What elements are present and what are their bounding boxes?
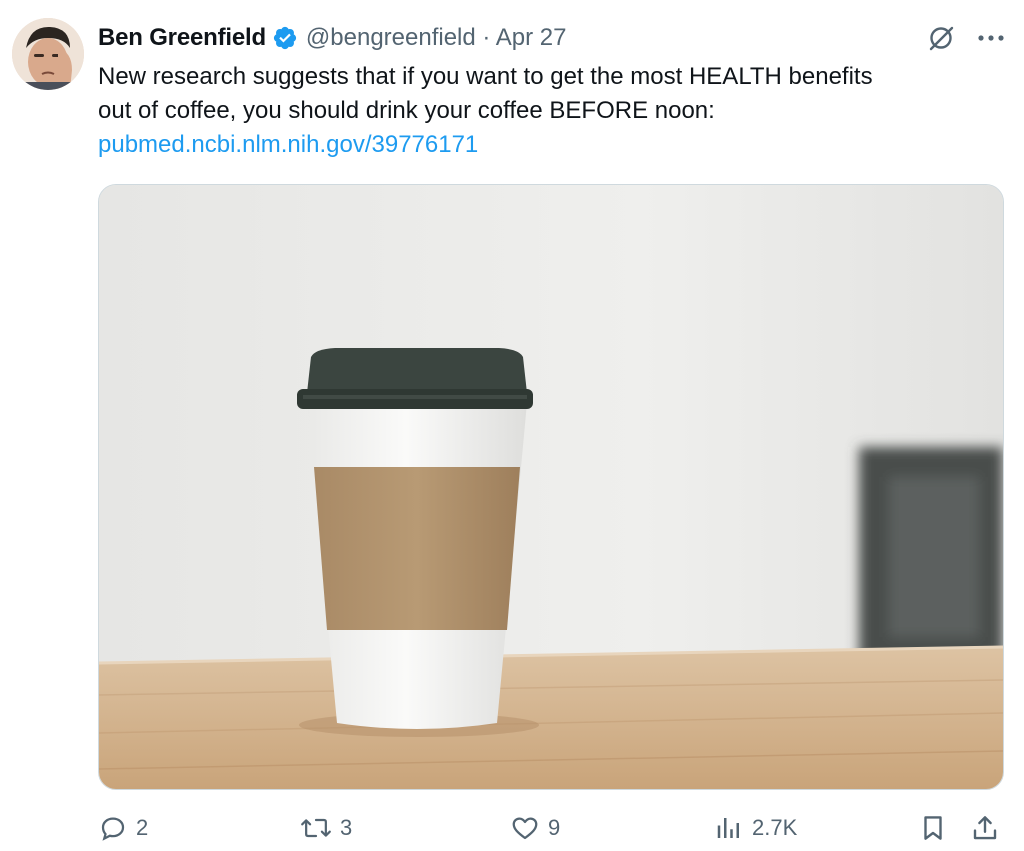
author-name[interactable]: Ben Greenfield [98, 24, 266, 52]
views-icon [717, 818, 739, 838]
tweet-text: New research suggests that if you want t… [98, 60, 998, 128]
more-icon[interactable] [978, 34, 1004, 42]
coffee-cup-photo [99, 185, 1003, 789]
bookmark-icon [924, 816, 942, 840]
tweet-text-line-2: out of coffee, you should drink your cof… [98, 97, 715, 124]
like-button[interactable]: 9 [510, 808, 560, 848]
avatar-image [12, 18, 84, 90]
views-button[interactable]: 2.7K [714, 808, 797, 848]
avatar[interactable] [12, 18, 84, 90]
tweet-actions: 2 3 9 2.7K [98, 808, 1008, 848]
date-separator: · [482, 24, 491, 51]
like-count: 9 [548, 815, 561, 840]
pubmed-link[interactable]: pubmed.ncbi.nlm.nih.gov/39776171 [98, 128, 478, 162]
like-icon [512, 817, 538, 840]
reply-button[interactable]: 2 [98, 808, 148, 848]
handle-and-date: @bengreenfield · Apr 27 [306, 24, 567, 52]
share-icon [973, 816, 997, 840]
post-date[interactable]: Apr 27 [496, 24, 567, 51]
verified-badge-icon [272, 25, 298, 51]
tweet-header: Ben Greenfield @bengreenfield · Apr 27 [98, 22, 1004, 54]
reply-icon [101, 817, 125, 841]
reply-count: 2 [136, 815, 149, 840]
repost-icon [301, 818, 331, 838]
tweet-text-line-1: New research suggests that if you want t… [98, 63, 873, 90]
grok-icon[interactable] [926, 23, 956, 53]
bookmark-button[interactable] [918, 808, 948, 848]
views-count: 2.7K [752, 815, 798, 840]
author-handle[interactable]: @bengreenfield [306, 24, 476, 51]
repost-count: 3 [340, 815, 353, 840]
tweet-media-image[interactable] [98, 184, 1004, 790]
repost-button[interactable]: 3 [300, 808, 352, 848]
share-button[interactable] [970, 808, 1000, 848]
header-actions [926, 22, 1004, 54]
